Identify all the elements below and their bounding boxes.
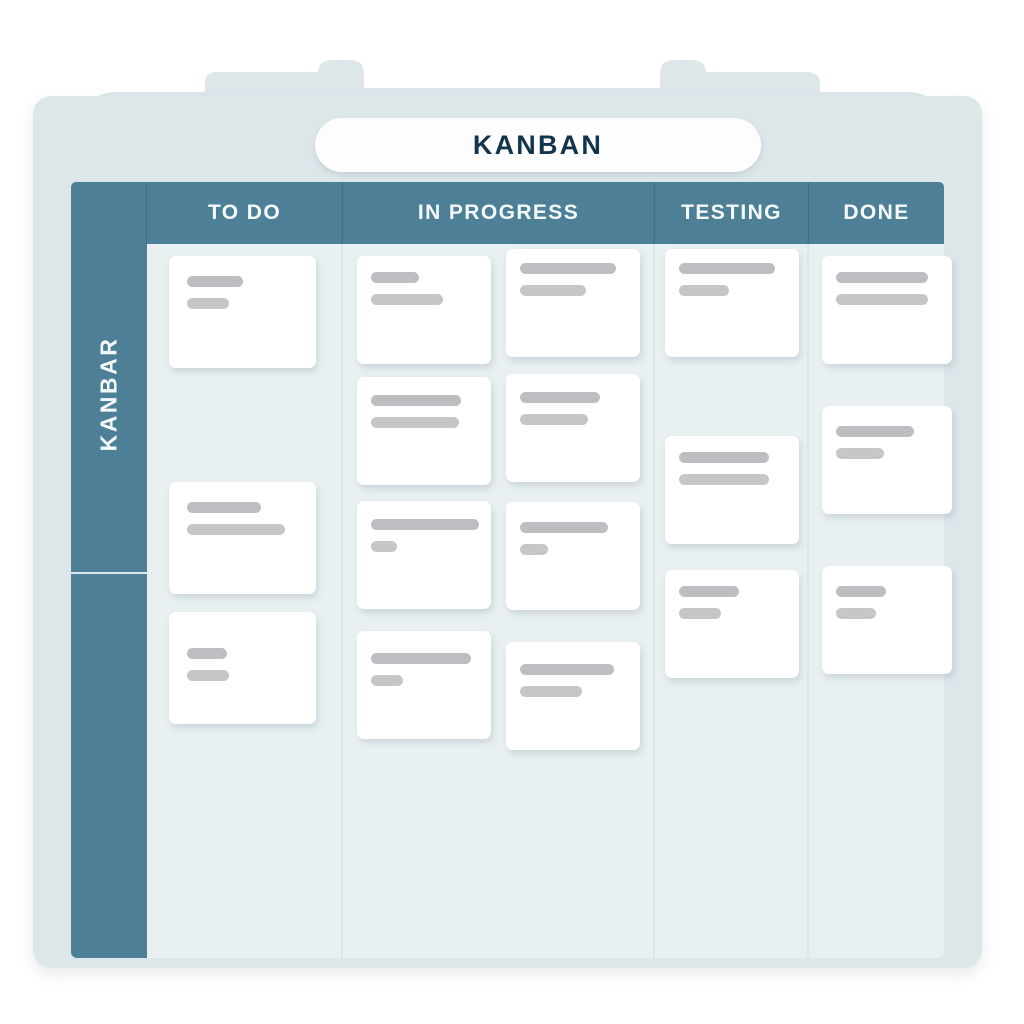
task-card[interactable] (357, 631, 491, 739)
column-header-label: TO DO (207, 201, 282, 224)
column-header-label: DONE (843, 201, 910, 224)
page-title: KANBAN (472, 129, 604, 160)
task-card[interactable] (665, 436, 799, 544)
card-text-placeholder-bar (187, 276, 243, 287)
task-card[interactable] (357, 501, 491, 609)
card-text-placeholder-bar (371, 519, 479, 530)
card-text-placeholder-bar (679, 263, 775, 274)
card-text-placeholder-bar (520, 664, 614, 675)
card-text-placeholder-bar (187, 298, 229, 309)
card-text-placeholder-bar (520, 414, 588, 425)
card-text-placeholder-bar (371, 675, 403, 686)
card-text-placeholder-bar (187, 648, 227, 659)
task-card[interactable] (169, 256, 316, 368)
card-text-placeholder-bar (836, 272, 928, 283)
card-text-placeholder-bar (836, 586, 886, 597)
card-text-placeholder-bar (371, 395, 461, 406)
header-corner-cell (71, 182, 147, 244)
task-card[interactable] (169, 482, 316, 594)
card-text-placeholder-bar (187, 670, 229, 681)
column-header-testing[interactable]: TESTING (655, 182, 809, 244)
task-card[interactable] (506, 642, 640, 750)
column-todo[interactable] (147, 244, 343, 958)
task-card[interactable] (506, 374, 640, 482)
board-title-pill: KANBAN (315, 118, 761, 172)
card-text-placeholder-bar (520, 544, 548, 555)
task-card[interactable] (506, 502, 640, 610)
task-card[interactable] (506, 249, 640, 357)
task-card[interactable] (822, 256, 952, 364)
column-cards-area (655, 244, 807, 958)
card-text-placeholder-bar (836, 608, 876, 619)
column-cards-area (147, 244, 341, 958)
column-header-band: TO DO IN PROGRESS TESTING DONE (71, 182, 944, 244)
card-text-placeholder-bar (520, 686, 582, 697)
card-text-placeholder-bar (371, 653, 471, 664)
column-testing[interactable] (655, 244, 809, 958)
card-text-placeholder-bar (371, 541, 397, 552)
card-text-placeholder-bar (679, 285, 729, 296)
column-header-label: IN PROGRESS (417, 201, 580, 224)
column-header-todo[interactable]: TO DO (147, 182, 343, 244)
card-text-placeholder-bar (371, 417, 459, 428)
task-card[interactable] (357, 377, 491, 485)
kanban-board: KANBAN TO DO IN PROGRESS TESTING DONE KANBA… (33, 96, 982, 968)
task-card[interactable] (357, 256, 491, 364)
card-text-placeholder-bar (371, 272, 419, 283)
column-cards-area (809, 244, 952, 958)
card-text-placeholder-bar (520, 392, 600, 403)
column-cards-area (343, 244, 653, 958)
board-sidebar: KANBAR (71, 244, 147, 958)
task-card[interactable] (665, 570, 799, 678)
card-text-placeholder-bar (679, 452, 769, 463)
card-text-placeholder-bar (836, 294, 928, 305)
card-text-placeholder-bar (679, 608, 721, 619)
card-text-placeholder-bar (836, 448, 884, 459)
card-text-placeholder-bar (520, 263, 616, 274)
column-header-label: TESTING (681, 201, 782, 224)
columns-container (147, 244, 952, 958)
card-text-placeholder-bar (679, 586, 739, 597)
card-text-placeholder-bar (520, 522, 608, 533)
card-text-placeholder-bar (520, 285, 586, 296)
task-card[interactable] (665, 249, 799, 357)
column-header-done[interactable]: DONE (809, 182, 944, 244)
column-header-inprogress[interactable]: IN PROGRESS (343, 182, 655, 244)
task-card[interactable] (822, 406, 952, 514)
card-text-placeholder-bar (187, 524, 285, 535)
card-text-placeholder-bar (679, 474, 769, 485)
task-card[interactable] (169, 612, 316, 724)
card-text-placeholder-bar (371, 294, 443, 305)
sidebar-vertical-label: KANBAR (95, 336, 122, 452)
card-text-placeholder-bar (836, 426, 914, 437)
column-done[interactable] (809, 244, 952, 958)
task-card[interactable] (822, 566, 952, 674)
column-inprogress[interactable] (343, 244, 655, 958)
card-text-placeholder-bar (187, 502, 261, 513)
